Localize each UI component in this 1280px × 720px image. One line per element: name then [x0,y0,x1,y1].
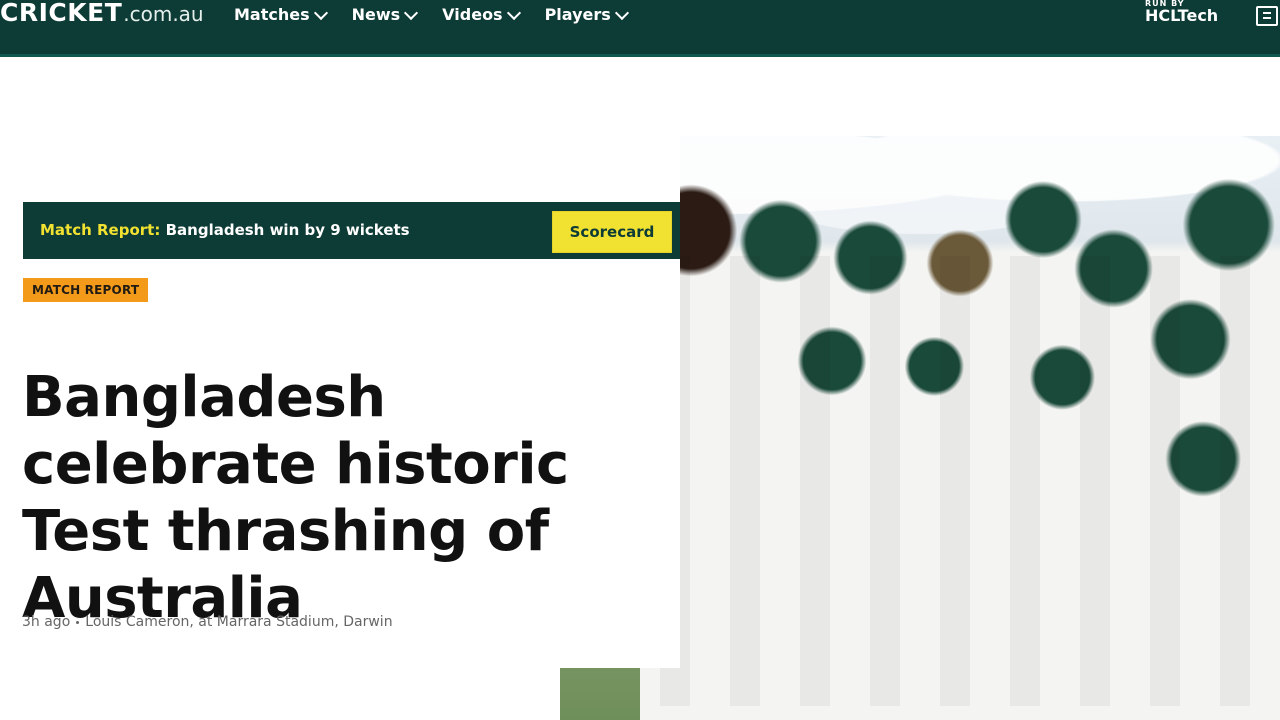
site-header: CRICKET .com.au Matches News Videos Play… [0,0,1280,57]
article-time: 3h ago [22,614,71,630]
nav-matches-label: Matches [234,5,310,24]
photo-shading [660,256,1260,706]
article-byline: Louis Cameron, at Marrara Stadium, Darwi… [85,614,393,630]
scorecard-button[interactable]: Scorecard [552,211,672,253]
category-tag[interactable]: MATCH REPORT [23,278,149,302]
nav-videos[interactable]: Videos [442,5,521,24]
article-meta: 3h ago Louis Cameron, at Marrara Stadium… [22,614,393,630]
chevron-down-icon [404,5,419,20]
headline-line-1: Bangladesh [22,364,386,430]
headline-line-3: Test thrashing of [22,498,549,564]
nav-players[interactable]: Players [544,5,629,24]
nav-videos-label: Videos [442,5,503,24]
nav-players-label: Players [544,5,611,24]
logo-main: CRICKET [0,0,123,27]
match-report-bar: Match Report: Bangladesh win by 9 wicket… [23,202,680,259]
chevron-down-icon [506,5,521,20]
article-headline: Bangladesh celebrate historic Test thras… [22,364,622,632]
site-logo[interactable]: CRICKET .com.au [0,0,204,28]
match-report-summary: Bangladesh win by 9 wickets [165,221,410,239]
chevron-down-icon [313,5,328,20]
sponsor-logo[interactable]: RUN BY HCLTech [1145,0,1218,25]
match-report-label: Match Report: [40,221,161,239]
nav-news[interactable]: News [351,5,419,24]
nav-matches[interactable]: Matches [234,5,328,24]
chevron-down-icon [614,5,629,20]
sponsor-name: HCLTech [1145,6,1219,25]
match-report-text[interactable]: Match Report: Bangladesh win by 9 wicket… [40,221,410,239]
separator-dot-icon [76,620,80,624]
ticket-icon[interactable] [1256,6,1278,26]
main-nav: Matches News Videos Players [234,5,629,24]
nav-news-label: News [351,5,401,24]
logo-domain: .com.au [123,2,204,26]
headline-line-2: celebrate historic [22,431,569,497]
